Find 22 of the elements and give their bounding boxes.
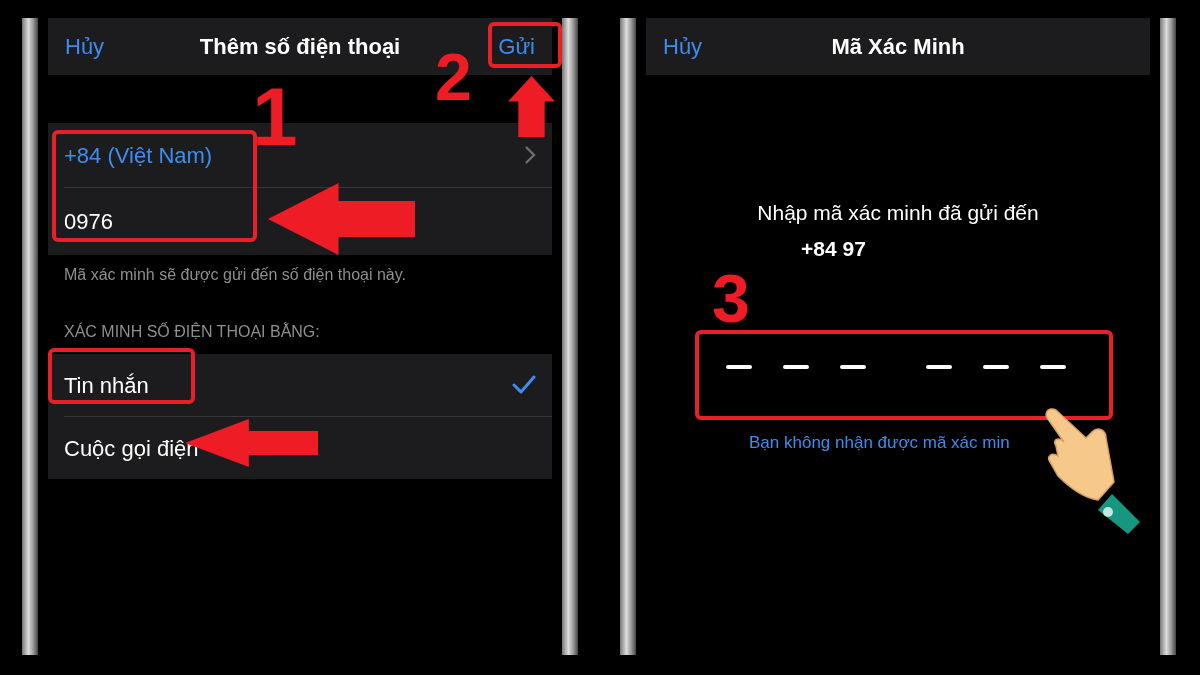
screen-title: Mã Xác Minh (831, 34, 965, 59)
arrow-icon (508, 76, 555, 137)
send-button[interactable]: Gửi (498, 30, 535, 63)
section-header: XÁC MINH SỐ ĐIỆN THOẠI BẰNG: (63, 321, 321, 342)
prompt-text: Nhập mã xác minh đã gửi đến (756, 200, 1040, 226)
step-number: 3 (712, 264, 750, 332)
country-label: +84 (Việt Nam) (64, 141, 213, 170)
option-label: Cuộc gọi điện (64, 434, 199, 463)
resend-link[interactable]: Bạn không nhận được mã xác min (749, 430, 1150, 456)
cancel-button[interactable]: Hủy (65, 30, 105, 63)
phone-number: +84 97 (801, 235, 867, 262)
screen-title: Thêm số điện thoại (199, 34, 401, 59)
chevron-icon (524, 145, 536, 165)
option-label: Tin nhắn (64, 371, 149, 400)
phone-field[interactable]: 0976 (64, 205, 264, 238)
hint-text: Mã xác minh sẽ được gửi đến số điện thoại này. (63, 265, 407, 285)
option-row[interactable]: Cuộc gọi điện (48, 417, 552, 479)
step-number: 2 (435, 44, 472, 110)
cancel-button[interactable]: Hủy (663, 30, 703, 63)
arrow-icon (268, 183, 415, 255)
option-row[interactable]: Tin nhắn (48, 354, 552, 416)
step-number: 1 (252, 76, 298, 158)
